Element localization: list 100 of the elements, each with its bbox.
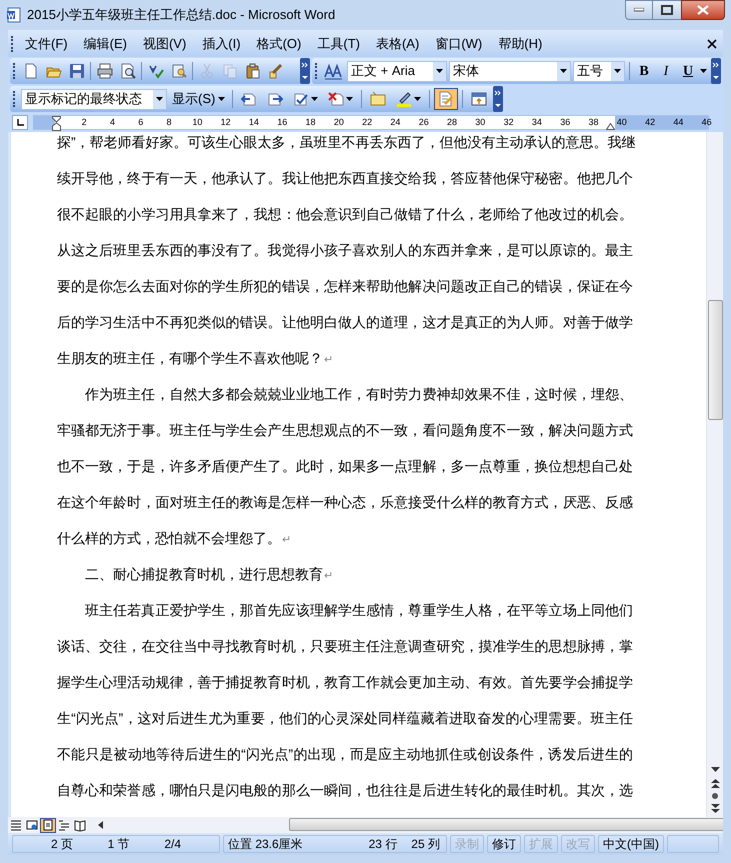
ruler-number: 26 <box>418 116 429 129</box>
ruler[interactable]: 2 4 6 8 10 12 14 16 18 20 22 24 26 28 30 32 34 36 38 40 42 44 46 <box>33 115 709 130</box>
font-dropdown[interactable]: 宋体 <box>449 60 571 82</box>
view-button[interactable] <box>56 818 72 832</box>
track-changes-icon <box>438 91 454 107</box>
save-icon <box>68 63 84 79</box>
scroll-thumb[interactable] <box>289 818 723 831</box>
reviewing-pane-icon <box>471 91 488 107</box>
paragraph-mark: ↵ <box>282 533 291 547</box>
menu-item[interactable]: 视图(V) <box>136 34 192 54</box>
dropdown-arrow-icon[interactable] <box>700 69 707 73</box>
browse-object-icon[interactable] <box>711 792 719 800</box>
view-button[interactable] <box>40 818 56 832</box>
tab-selector[interactable] <box>12 115 28 130</box>
scroll-left-icon[interactable] <box>98 821 103 829</box>
ruler-number: 42 <box>645 116 656 129</box>
menu-item[interactable]: 格式(O) <box>250 34 308 54</box>
format-button[interactable]: I <box>656 60 676 82</box>
dropdown-arrow-icon <box>560 69 567 73</box>
text-line: 牢骚都无济于事。班主任与学生会产生思想观点的不一致，看问题角度不一致，解决问题方式 <box>57 421 633 440</box>
normal-view-icon <box>10 818 22 832</box>
styles-icon[interactable] <box>323 62 345 80</box>
new-document-icon <box>22 63 38 79</box>
highlighter-icon <box>396 91 412 107</box>
view-button[interactable] <box>24 818 40 832</box>
dropdown-arrow-icon <box>436 69 443 73</box>
menu-item[interactable]: 插入(I) <box>196 34 247 54</box>
scroll-down-icon[interactable] <box>710 767 720 773</box>
brush-icon <box>268 63 284 79</box>
previous-change-icon <box>241 91 258 107</box>
accept-change-icon <box>293 91 310 107</box>
previous-page-icon[interactable] <box>710 779 720 788</box>
status-pane <box>667 835 719 853</box>
dropdown-arrow-icon <box>218 97 226 101</box>
window-title: 2015小学五年级班主任工作总结.doc - Microsoft Word <box>27 6 336 24</box>
show-menu-button[interactable]: 显示(S) <box>169 89 228 109</box>
ruler-number: 44 <box>673 116 684 129</box>
word-document-icon <box>6 7 22 23</box>
ruler-number: 18 <box>306 116 316 129</box>
paragraph-mark: ↵ <box>324 353 333 367</box>
toolbar-options-icon[interactable] <box>300 58 310 84</box>
copy-icon <box>222 63 238 79</box>
menu-item[interactable]: 帮助(H) <box>492 34 548 54</box>
text-line: 后的学习生活中不再犯类似的错误。让他明白做人的道理，这才是真正的为人师。对善于做学 <box>57 313 633 332</box>
menu-item[interactable]: 工具(T) <box>311 34 366 54</box>
ruler-number: 22 <box>362 116 372 129</box>
reject-change-icon <box>328 91 344 107</box>
menu-item[interactable]: 文件(F) <box>19 34 74 54</box>
style-dropdown[interactable]: 正文 + Aria <box>347 60 447 82</box>
close-icon[interactable] <box>707 38 717 48</box>
view-button[interactable] <box>8 818 24 832</box>
left-tab-icon <box>16 119 24 126</box>
page-view-icon <box>42 818 54 832</box>
print-icon <box>96 63 112 79</box>
scissors-icon <box>198 63 214 79</box>
ruler-number: 38 <box>588 116 598 129</box>
view-button[interactable] <box>72 818 88 832</box>
right-indent-marker-icon[interactable] <box>606 123 615 130</box>
menu-item[interactable]: 编辑(E) <box>78 34 133 54</box>
text-line: 自尊心和荣誉感，哪怕只是闪电般的那么一瞬间，也往往是后进生转化的最佳时机。其次，选 <box>57 781 633 800</box>
ruler-number: 16 <box>277 116 288 129</box>
minimize-button[interactable] <box>625 0 653 20</box>
maximize-button[interactable] <box>653 0 681 20</box>
scroll-thumb[interactable] <box>708 300 722 420</box>
text-line: 很不起眼的小学习用具拿来了，我想：他会意识到自己做错了什么，老师给了他改过的机会。 <box>57 205 633 224</box>
display-mode-dropdown[interactable]: 显示标记的最终状态 <box>21 88 167 110</box>
format-button[interactable]: U <box>678 60 698 82</box>
menu-item[interactable]: 窗口(W) <box>429 34 488 54</box>
toolbar-options-icon[interactable] <box>493 86 504 112</box>
ruler-number: 6 <box>138 116 144 129</box>
text-line: 班主任若真正爱护学生，那首先应该理解学生感情，尊重学生人格，在平等立场上同他们 <box>84 601 633 620</box>
text-line: 在这个年龄时，面对班主任的教诲是怎样一种心态，乐意接受什么样的教育方式，厌恶、反感 <box>57 493 633 512</box>
ruler-number: 14 <box>248 116 259 129</box>
paragraph-mark: ↵ <box>324 569 333 583</box>
ruler-number: 34 <box>532 116 542 129</box>
text-line: 续开导他，终于有一天，他承认了。我让他把东西直接交给我，答应替他保守秘密。他把几个 <box>57 169 633 188</box>
next-page-icon[interactable] <box>710 804 720 813</box>
text-line: 生朋友的班主任，有哪个学生不喜欢他呢？ <box>57 349 323 368</box>
close-button[interactable] <box>681 0 725 20</box>
text-line: 从这之后班里丢东西的事没有了。我觉得小孩子喜欢别人的东西并拿来，是可以原谅的。最主 <box>57 241 633 260</box>
minimize-icon <box>634 8 644 12</box>
text-line: 握学生心理活动规律，善于捕捉教育时机，教育工作就会更加主动、有效。首先要学会捕捉学 <box>57 673 633 692</box>
ruler-number: 2 <box>82 116 87 129</box>
format-button[interactable]: B <box>634 60 654 82</box>
indent-marker-icon[interactable] <box>52 116 61 131</box>
ruler-number: 40 <box>616 116 627 129</box>
comment-icon <box>370 91 386 107</box>
spelling-icon <box>148 63 164 79</box>
ruler-number: 8 <box>166 116 172 129</box>
text-line: 要的是你怎么去面对你的学生所犯的错误，怎样来帮助他解决问题改正自己的错误，保证在今 <box>57 277 633 296</box>
reading-view-icon <box>74 818 86 832</box>
print-preview-icon <box>120 63 136 79</box>
ruler-number: 12 <box>220 116 231 129</box>
toolbar-button[interactable] <box>434 88 458 110</box>
text-line: 探”，帮老师看好家。可该生心眼太多，虽班里不再丢东西了，但他没有主动承认的意思。我继 <box>57 133 633 152</box>
vertical-scrollbar[interactable] <box>706 132 723 817</box>
font-size-dropdown[interactable]: 五号 <box>573 60 625 82</box>
menu-item[interactable]: 表格(A) <box>370 34 426 54</box>
ruler-number: 28 <box>447 116 458 129</box>
toolbar-options-icon[interactable] <box>711 58 721 84</box>
